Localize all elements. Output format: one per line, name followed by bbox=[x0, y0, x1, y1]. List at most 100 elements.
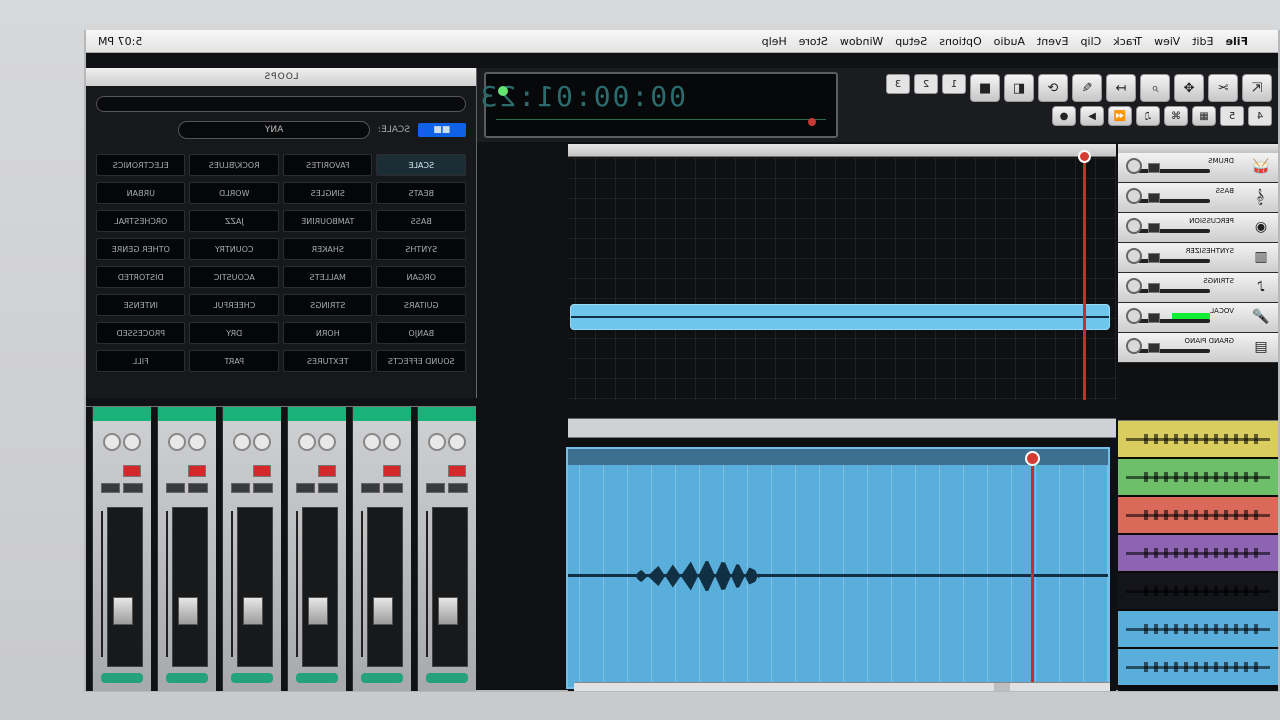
number-1-button[interactable]: 1 bbox=[942, 74, 966, 94]
tag-button[interactable]: PROCESSED bbox=[96, 322, 186, 344]
record-arm-button[interactable] bbox=[253, 465, 271, 477]
tag-button[interactable]: SYNTHS bbox=[376, 238, 466, 260]
menu-setup[interactable]: Setup bbox=[889, 35, 933, 48]
track-toggle[interactable] bbox=[1148, 313, 1160, 323]
rewind-icon[interactable]: ⏪ bbox=[1108, 106, 1132, 126]
strip-buttons[interactable] bbox=[101, 483, 143, 493]
strip-footer[interactable] bbox=[101, 673, 143, 683]
track-row[interactable]: 🥁 DRUMS bbox=[1118, 153, 1278, 183]
record-icon[interactable]: ● bbox=[1052, 106, 1076, 126]
menu-track[interactable]: Track bbox=[1107, 35, 1148, 48]
menu-file[interactable]: File bbox=[1219, 35, 1254, 48]
number-2-button[interactable]: 2 bbox=[914, 74, 938, 94]
tag-button[interactable]: SOUND EFFECTS bbox=[376, 350, 466, 372]
track-row[interactable]: ▥ SYNTHESIZER bbox=[1118, 243, 1278, 273]
strip-buttons[interactable] bbox=[296, 483, 338, 493]
fader-cap[interactable] bbox=[438, 597, 458, 625]
tag-button[interactable]: BANJO bbox=[376, 322, 466, 344]
track-row[interactable]: 𝄞 BASS bbox=[1118, 183, 1278, 213]
pan-knob[interactable] bbox=[1126, 218, 1142, 234]
track-row[interactable]: ▤ GRAND PIANO bbox=[1118, 333, 1278, 363]
menu-help[interactable]: Help bbox=[756, 35, 793, 48]
track-row[interactable]: ♪ STRINGS bbox=[1118, 273, 1278, 303]
view-toggle-button[interactable]: ■■ bbox=[418, 123, 466, 137]
menu-clip[interactable]: Clip bbox=[1074, 35, 1107, 48]
pan-knob[interactable] bbox=[1126, 158, 1142, 174]
record-arm-button[interactable] bbox=[318, 465, 336, 477]
mixer-knob[interactable] bbox=[298, 433, 316, 451]
pan-knob[interactable] bbox=[1126, 188, 1142, 204]
tag-button[interactable]: ORCHESTRAL bbox=[96, 210, 186, 232]
menu-store[interactable]: Store bbox=[793, 35, 834, 48]
mixer-knob[interactable] bbox=[188, 433, 206, 451]
number-3-button[interactable]: 3 bbox=[886, 74, 910, 94]
menu-event[interactable]: Event bbox=[1031, 35, 1075, 48]
arrangement-view[interactable] bbox=[568, 144, 1116, 400]
menu-options[interactable]: Options bbox=[933, 35, 987, 48]
zoom-tool-icon[interactable]: ⌕ bbox=[1140, 74, 1170, 102]
strip-buttons[interactable] bbox=[166, 483, 208, 493]
arrow-tool-icon[interactable]: ⇱ bbox=[1242, 74, 1272, 102]
tag-button[interactable]: MALLETS bbox=[283, 266, 373, 288]
arrangement-playhead[interactable] bbox=[1083, 158, 1086, 400]
menu-view[interactable]: View bbox=[1148, 35, 1186, 48]
mixer-knob[interactable] bbox=[448, 433, 466, 451]
tag-button[interactable]: HORN bbox=[283, 322, 373, 344]
menu-window[interactable]: Window bbox=[834, 35, 889, 48]
tag-button[interactable]: ELECTRONICS bbox=[96, 154, 186, 176]
tag-button[interactable]: DRY bbox=[189, 322, 279, 344]
track-row[interactable]: 🎤 VOCAL bbox=[1118, 303, 1278, 333]
tag-button[interactable]: FAVORITES bbox=[283, 154, 373, 176]
audio-clip[interactable] bbox=[570, 304, 1110, 330]
number-5-button[interactable]: 5 bbox=[1220, 106, 1244, 126]
strip-footer[interactable] bbox=[426, 673, 468, 683]
track-row[interactable]: ◉ PERCUSSION bbox=[1118, 213, 1278, 243]
tag-button[interactable]: SHAKER bbox=[283, 238, 373, 260]
mixer-knob[interactable] bbox=[233, 433, 251, 451]
tag-button[interactable]: CHEERFUL bbox=[189, 294, 279, 316]
tag-button[interactable]: URBAN bbox=[96, 182, 186, 204]
mixer-knob[interactable] bbox=[318, 433, 336, 451]
mixer-knob[interactable] bbox=[123, 433, 141, 451]
stop-tool-icon[interactable]: ■ bbox=[970, 74, 1000, 102]
channel-fader[interactable] bbox=[302, 507, 338, 667]
loops-search-input[interactable] bbox=[96, 96, 466, 112]
grid-toggle-icon[interactable]: ▦ bbox=[1192, 106, 1216, 126]
strip-buttons[interactable] bbox=[361, 483, 403, 493]
snap-toggle-icon[interactable]: ⌘ bbox=[1164, 106, 1188, 126]
tag-button[interactable]: SCALE bbox=[376, 154, 466, 176]
strip-footer[interactable] bbox=[231, 673, 273, 683]
editor-playhead[interactable] bbox=[1031, 457, 1034, 683]
channel-fader[interactable] bbox=[367, 507, 403, 667]
scale-select[interactable]: ANY bbox=[178, 121, 371, 139]
record-arm-button[interactable] bbox=[383, 465, 401, 477]
tag-button[interactable]: SINGLES bbox=[283, 182, 373, 204]
record-arm-button[interactable] bbox=[188, 465, 206, 477]
menu-edit[interactable]: Edit bbox=[1186, 35, 1219, 48]
timeline-ruler[interactable] bbox=[568, 144, 1116, 157]
fader-cap[interactable] bbox=[308, 597, 328, 625]
tag-button[interactable]: COUNTRY bbox=[189, 238, 279, 260]
tag-button[interactable]: STRINGS bbox=[283, 294, 373, 316]
tag-button[interactable]: OTHER GENRE bbox=[96, 238, 186, 260]
channel-fader[interactable] bbox=[172, 507, 208, 667]
tag-button[interactable]: ORGAN bbox=[376, 266, 466, 288]
tag-button[interactable]: BASS bbox=[376, 210, 466, 232]
strip-footer[interactable] bbox=[296, 673, 338, 683]
tag-button[interactable]: BEATS bbox=[376, 182, 466, 204]
pan-knob[interactable] bbox=[1126, 338, 1142, 354]
track-toggle[interactable] bbox=[1148, 193, 1160, 203]
mixer-knob[interactable] bbox=[383, 433, 401, 451]
mixer-knob[interactable] bbox=[103, 433, 121, 451]
record-arm-button[interactable] bbox=[123, 465, 141, 477]
tag-button[interactable]: TEXTURES bbox=[283, 350, 373, 372]
pan-knob[interactable] bbox=[1126, 248, 1142, 264]
tag-button[interactable]: INTENSE bbox=[96, 294, 186, 316]
track-toggle[interactable] bbox=[1148, 283, 1160, 293]
editor-scrollbar[interactable] bbox=[574, 682, 1110, 691]
channel-fader[interactable] bbox=[107, 507, 143, 667]
track-toggle[interactable] bbox=[1148, 343, 1160, 353]
mixer-knob[interactable] bbox=[428, 433, 446, 451]
strip-footer[interactable] bbox=[361, 673, 403, 683]
metronome-icon[interactable]: ♫ bbox=[1136, 106, 1160, 126]
